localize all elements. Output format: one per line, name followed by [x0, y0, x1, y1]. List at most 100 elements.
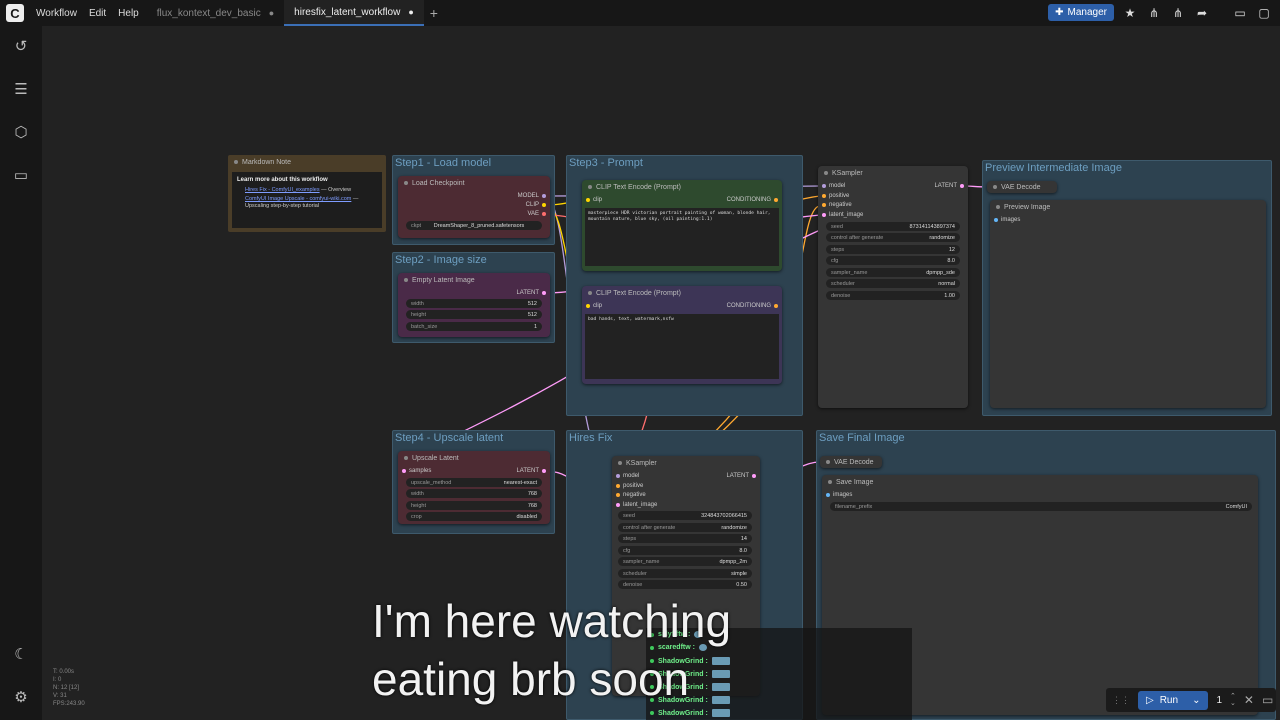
input-negative[interactable]: negative [822, 202, 852, 208]
scheduler-widget[interactable]: scheduler normal [826, 279, 960, 288]
scheduler-widget[interactable]: scheduler simple [618, 569, 752, 578]
preview-image-node[interactable]: Preview Image images [990, 200, 1266, 408]
drag-handle-icon[interactable]: ⋮⋮ [1112, 695, 1130, 706]
run-toolbar: ⋮⋮ ▷ Run ⌄ 1 ⌃ ⌄ ✕ ▭ [1106, 688, 1276, 712]
vae-decode-final-node[interactable]: VAE Decode [820, 456, 882, 468]
filename-prefix-widget[interactable]: filename_prefix ComfyUI [830, 502, 1252, 511]
manager-button[interactable]: ✚ Manager [1048, 4, 1114, 21]
markdown-note-node[interactable]: Markdown Note Learn more about this work… [228, 155, 386, 232]
height-widget[interactable]: height 768 [406, 501, 542, 510]
markdown-heading: Learn more about this workflow [237, 177, 328, 183]
output-conditioning[interactable]: CONDITIONING [727, 303, 778, 309]
width-widget[interactable]: width 768 [406, 489, 542, 498]
output-latent[interactable]: LATENT [934, 183, 964, 189]
seed-widget[interactable]: seed 873141143897374 [826, 222, 960, 231]
upscale-method-widget[interactable]: upscale_method nearest-exact [406, 478, 542, 487]
run-button[interactable]: ▷ Run ⌄ [1138, 690, 1209, 710]
link-suffix: — Overview [319, 187, 352, 193]
ksampler-node[interactable]: KSampler model positive negative latent_… [818, 166, 968, 408]
settings-gear-icon[interactable]: ⚙ [12, 689, 30, 707]
prompt-textarea[interactable]: masterpiece HDR victorian portrait paint… [585, 208, 779, 266]
caption-line: I'm here watching [372, 595, 732, 647]
menu-workflow[interactable]: Workflow [36, 8, 77, 19]
share-icon[interactable]: ➦ [1194, 6, 1210, 20]
node-library-cube-icon[interactable]: ⬡ [12, 124, 30, 142]
ckpt-widget[interactable]: ckpt DreamShaper_8_pruned.safetensors [406, 221, 542, 230]
seed-widget[interactable]: seed 324843702066415 [618, 511, 752, 520]
crop-widget[interactable]: crop disabled [406, 512, 542, 521]
nodes-icon[interactable]: ⋔ [1146, 6, 1162, 20]
nodes-alt-icon[interactable]: ⋔ [1170, 6, 1186, 20]
output-vae[interactable]: VAE [527, 211, 546, 217]
output-conditioning[interactable]: CONDITIONING [727, 197, 778, 203]
tab-flux-kontext[interactable]: flux_kontext_dev_basic ● [147, 0, 284, 26]
menu-edit[interactable]: Edit [89, 8, 106, 19]
input-latent-image[interactable]: latent_image [616, 502, 657, 508]
link-hires-fix[interactable]: Hires Fix - ComfyUI_examples [245, 187, 320, 193]
group-title: Save Final Image [819, 432, 905, 444]
input-model[interactable]: model [822, 183, 845, 189]
batch-widget[interactable]: batch_size 1 [406, 322, 542, 331]
fullscreen-icon[interactable]: ▢ [1256, 6, 1272, 20]
denoise-widget[interactable]: denoise 1.00 [826, 291, 960, 300]
input-model[interactable]: model [616, 473, 639, 479]
unsaved-dot-icon[interactable]: ● [408, 7, 413, 17]
queue-panel-icon[interactable]: ▭ [1262, 693, 1273, 707]
clip-encode-negative-node[interactable]: CLIP Text Encode (Prompt) clip CONDITION… [582, 286, 782, 384]
sampler-name-widget[interactable]: sampler_name dpmpp_sde [826, 268, 960, 277]
theme-moon-icon[interactable]: ☾ [12, 646, 30, 664]
cfg-widget[interactable]: cfg 8.0 [826, 256, 960, 265]
output-latent[interactable]: LATENT [726, 473, 756, 479]
steps-widget[interactable]: steps 14 [618, 534, 752, 543]
batch-count-input[interactable]: 1 [1216, 695, 1222, 706]
load-checkpoint-node[interactable]: Load Checkpoint MODEL CLIP VAE ckpt Dream… [398, 176, 550, 238]
control-after-generate-widget[interactable]: control after generate randomize [618, 523, 752, 532]
new-tab-plus-icon[interactable]: + [430, 5, 438, 21]
input-positive[interactable]: positive [616, 483, 643, 489]
negative-prompt-textarea[interactable]: bad hands, text, watermark,nsfw [585, 314, 779, 379]
height-widget[interactable]: height 512 [406, 310, 542, 319]
output-clip[interactable]: CLIP [526, 202, 546, 208]
stream-caption: I'm here watching eating brb soon [372, 592, 731, 708]
vae-decode-node[interactable]: VAE Decode [987, 181, 1057, 193]
tab-hiresfix[interactable]: hiresfix_latent_workflow ● [284, 0, 424, 26]
workflows-folder-icon[interactable]: ▭ [12, 167, 30, 185]
emote-icon [711, 709, 730, 717]
steps-widget[interactable]: steps 12 [826, 245, 960, 254]
stat-nodes: N: 12 [12] [53, 685, 80, 691]
input-latent-image[interactable]: latent_image [822, 212, 863, 218]
link-upscale[interactable]: ComfyUI Image Upscale - comfyui-wiki.com [245, 196, 351, 202]
markdown-content: Learn more about this workflow Hires Fix… [232, 172, 382, 228]
chevron-down-icon[interactable]: ⌄ [1192, 695, 1200, 706]
input-positive[interactable]: positive [822, 193, 849, 199]
cancel-icon[interactable]: ✕ [1244, 693, 1254, 707]
input-images[interactable]: images [826, 492, 852, 498]
node-title: Save Image [822, 475, 1258, 489]
output-latent[interactable]: LATENT [516, 290, 546, 296]
empty-latent-node[interactable]: Empty Latent Image LATENT width 512 heigh… [398, 273, 550, 337]
input-images[interactable]: images [994, 217, 1020, 223]
width-widget[interactable]: width 512 [406, 299, 542, 308]
input-samples[interactable]: samples [402, 468, 431, 474]
history-icon[interactable]: ↺ [12, 38, 30, 56]
panel-toggle-icon[interactable]: ▭ [1232, 6, 1248, 20]
clip-encode-positive-node[interactable]: CLIP Text Encode (Prompt) clip CONDITION… [582, 180, 782, 271]
input-negative[interactable]: negative [616, 492, 646, 498]
control-after-generate-widget[interactable]: control after generate randomize [826, 233, 960, 242]
node-title: KSampler [818, 166, 968, 180]
input-clip[interactable]: clip [586, 197, 602, 203]
denoise-widget[interactable]: denoise 0.50 [618, 580, 752, 589]
queue-list-icon[interactable]: ☰ [12, 81, 30, 99]
cfg-widget[interactable]: cfg 8.0 [618, 546, 752, 555]
upscale-latent-node[interactable]: Upscale Latent samples LATENT upscale_me… [398, 451, 550, 524]
comfyui-logo-icon[interactable]: C [6, 4, 24, 22]
sampler-name-widget[interactable]: sampler_name dpmpp_2m [618, 557, 752, 566]
output-model[interactable]: MODEL [518, 193, 546, 199]
star-icon[interactable]: ★ [1122, 6, 1138, 20]
node-title: VAE Decode [987, 181, 1057, 193]
stepper-icon[interactable]: ⌃ ⌄ [1230, 693, 1236, 707]
puzzle-icon: ✚ [1055, 7, 1064, 18]
menu-help[interactable]: Help [118, 8, 139, 19]
output-latent[interactable]: LATENT [516, 468, 546, 474]
input-clip[interactable]: clip [586, 303, 602, 309]
